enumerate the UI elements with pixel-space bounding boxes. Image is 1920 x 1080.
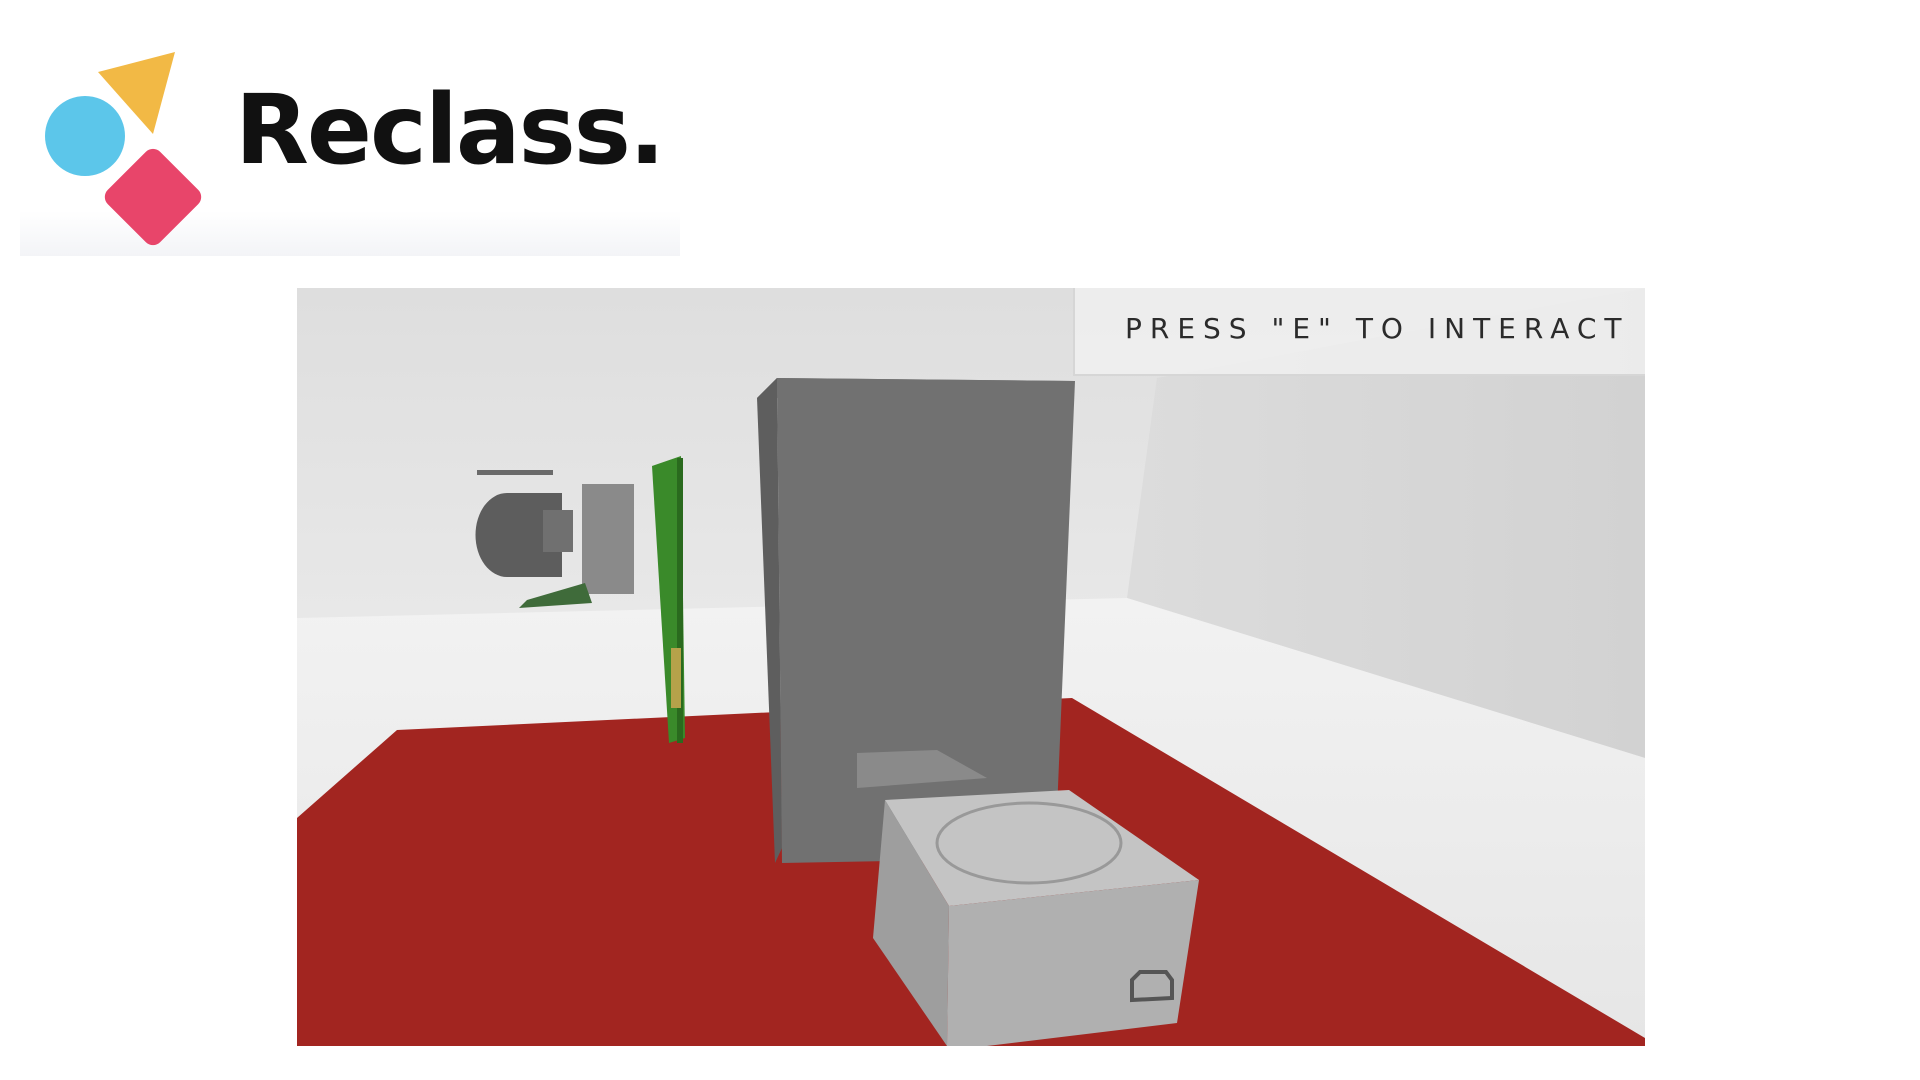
logo-circle-icon — [45, 96, 125, 176]
tower-cabinet[interactable] — [757, 378, 1075, 863]
game-scene[interactable] — [297, 288, 1645, 1046]
brand-name: Reclass. — [235, 74, 665, 186]
interact-prompt: PRESS "E" TO INTERACT — [1073, 288, 1645, 376]
interact-prompt-text: PRESS "E" TO INTERACT — [1125, 312, 1630, 345]
reclass-logo-icon — [45, 52, 202, 246]
brand-header: Reclass. — [20, 30, 680, 256]
game-viewport[interactable]: PRESS "E" TO INTERACT — [297, 288, 1645, 1046]
